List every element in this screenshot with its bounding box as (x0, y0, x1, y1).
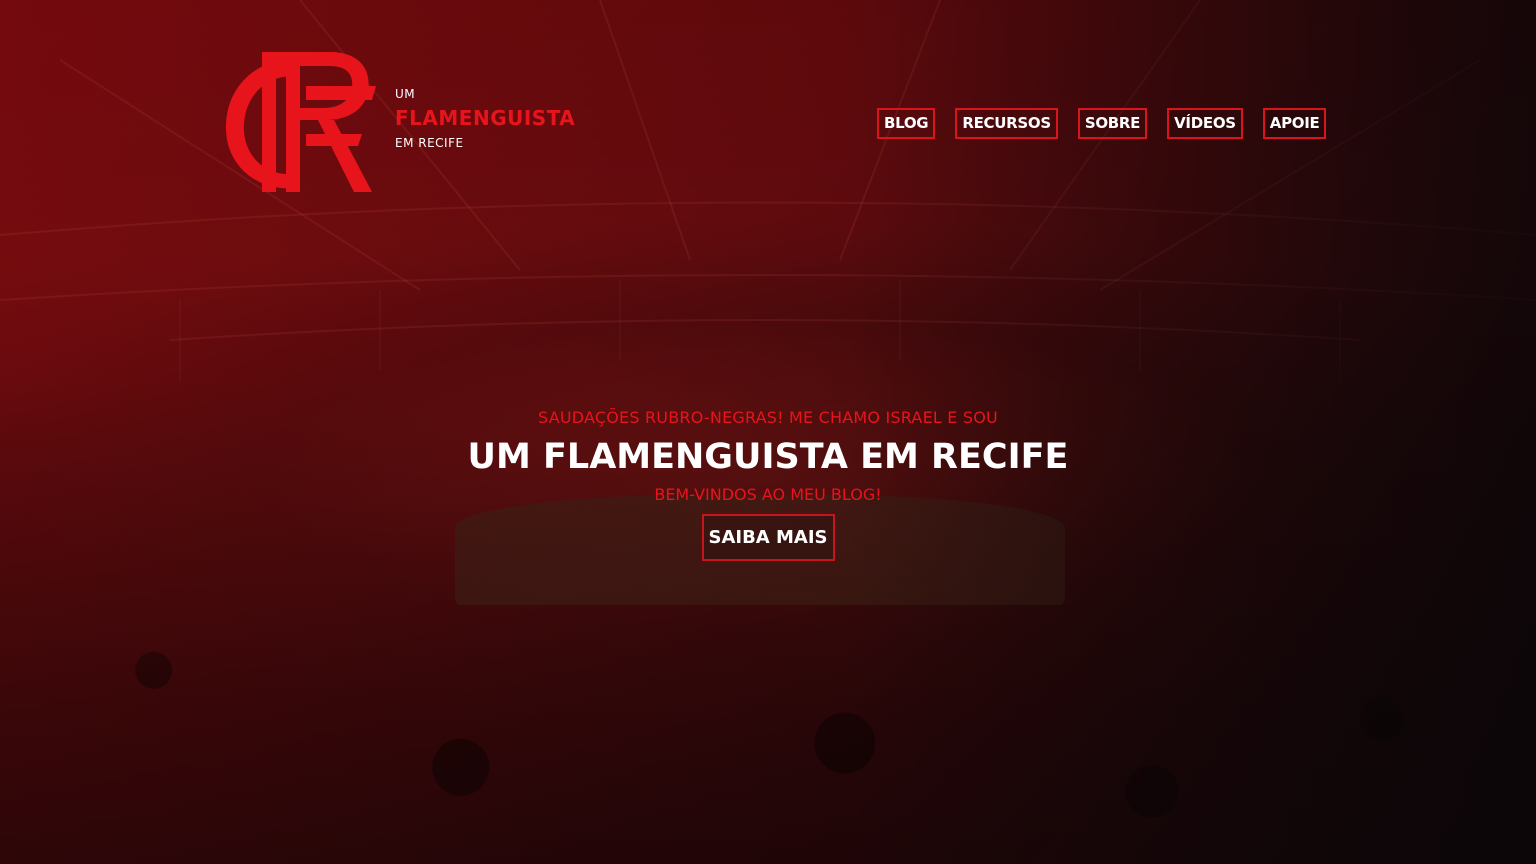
hero-headline: UM FLAMENGUISTA EM RECIFE (467, 437, 1069, 477)
logo-prefix: UM (395, 87, 416, 101)
crf-monogram-icon (225, 52, 376, 192)
hero-kicker: SAUDAÇÕES RUBRO-NEGRAS! ME CHAMO ISRAEL … (538, 408, 998, 427)
hero-subline: BEM-VINDOS AO MEU BLOG! (654, 485, 882, 504)
nav-link-videos[interactable]: VÍDEOS (1167, 108, 1243, 139)
logo-suffix: EM RECIFE (395, 136, 464, 150)
nav-link-recursos[interactable]: RECURSOS (955, 108, 1058, 139)
nav-link-apoie[interactable]: APOIE (1262, 108, 1327, 139)
saiba-mais-button[interactable]: SAIBA MAIS (701, 514, 835, 561)
main-nav: BLOG RECURSOS SOBRE VÍDEOS APOIE (877, 108, 1327, 139)
logo-text: UM FLAMENGUISTA EM RECIFE (395, 88, 575, 149)
site-logo[interactable]: UM FLAMENGUISTA EM RECIFE (222, 46, 575, 198)
hero-copy: SAUDAÇÕES RUBRO-NEGRAS! ME CHAMO ISRAEL … (0, 406, 1536, 561)
logo-name: FLAMENGUISTA (395, 106, 576, 130)
nav-link-blog[interactable]: BLOG (877, 108, 936, 139)
hero-section: UM FLAMENGUISTA EM RECIFE BLOG RECURSOS … (0, 0, 1536, 864)
nav-link-sobre[interactable]: SOBRE (1077, 108, 1148, 139)
